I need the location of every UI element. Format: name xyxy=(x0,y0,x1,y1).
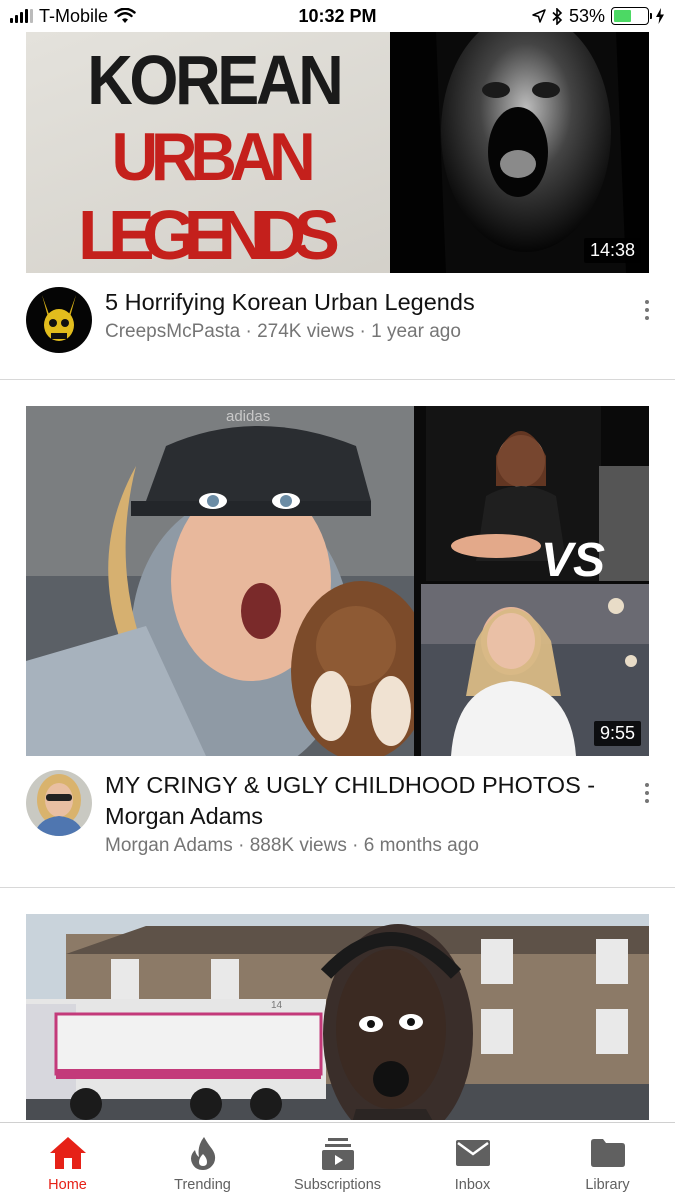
video-subtitle: CreepsMcPasta · 274K views · 1 year ago xyxy=(105,321,615,343)
nav-label: Library xyxy=(585,1177,630,1193)
battery-icon xyxy=(611,7,652,25)
video-feed[interactable]: KOREAN URBAN LEGENDS 14:38 5 Horrifying … xyxy=(0,32,675,1120)
thumbnail-text-legends: LEGENDS xyxy=(78,196,340,273)
thumbnail-text-vs: VS xyxy=(541,534,605,587)
home-icon xyxy=(49,1137,86,1169)
thumbnail-text-14: 14 xyxy=(271,1000,283,1011)
meta-separator: · xyxy=(346,835,364,856)
meta-separator: · xyxy=(240,321,258,342)
nav-label: Home xyxy=(48,1177,87,1193)
video-duration: 14:38 xyxy=(583,238,641,263)
nav-label: Subscriptions xyxy=(293,1177,382,1193)
subscriptions-icon xyxy=(321,1138,354,1170)
thumbnail-image-fire-truck: 14 xyxy=(26,914,649,1120)
flame-icon xyxy=(190,1137,215,1170)
thumbnail-text-korean: KOREAN xyxy=(87,42,344,120)
nav-item-subscriptions[interactable]: Subscriptions xyxy=(270,1123,405,1200)
location-arrow-icon xyxy=(532,9,546,23)
battery-percent: 53% xyxy=(568,5,605,26)
channel-name[interactable]: CreepsMcPasta xyxy=(105,321,240,342)
video-text: 5 Horrifying Korean Urban Legends Creeps… xyxy=(105,287,615,379)
thumbnail-text-urban: URBAN xyxy=(112,120,316,196)
video-thumbnail[interactable]: adidas VS 9:55 xyxy=(26,406,649,756)
wifi-icon xyxy=(114,8,136,23)
view-count: 274K views xyxy=(257,321,355,342)
folder-icon xyxy=(590,1139,625,1167)
divider xyxy=(0,379,675,380)
more-options-button[interactable] xyxy=(637,295,657,325)
video-meta: 5 Horrifying Korean Urban Legends Creeps… xyxy=(0,273,675,379)
mail-icon xyxy=(455,1140,490,1166)
video-card: KOREAN URBAN LEGENDS 14:38 5 Horrifying … xyxy=(0,32,675,380)
upload-age: 6 months ago xyxy=(363,835,479,856)
nav-label: Trending xyxy=(174,1177,231,1193)
nav-item-inbox[interactable]: Inbox xyxy=(405,1123,540,1200)
thumbnail-text-adidas: adidas xyxy=(226,408,270,425)
avatar-image-portrait xyxy=(26,770,92,836)
nav-label: Inbox xyxy=(454,1177,491,1193)
upload-age: 1 year ago xyxy=(371,321,461,342)
carrier-name: T-Mobile xyxy=(39,5,109,26)
view-count: 888K views xyxy=(249,835,347,856)
thumbnail-image-urban-legends: KOREAN URBAN LEGENDS xyxy=(26,32,649,273)
video-text: MY CRINGY & UGLY CHILDHOOD PHOTOS - Morg… xyxy=(105,770,615,887)
video-card: adidas VS 9:55 MY CRINGY & UGLY CHILDHOO… xyxy=(0,406,675,888)
status-bar-right: 53% xyxy=(425,6,665,27)
signal-icon xyxy=(10,9,33,23)
divider xyxy=(0,887,675,888)
status-bar-left: T-Mobile xyxy=(10,6,250,27)
bottom-navigation: Home Trending Subscriptions Inbox Librar… xyxy=(0,1122,675,1200)
video-subtitle: Morgan Adams · 888K views · 6 months ago xyxy=(105,835,615,857)
charging-bolt-icon xyxy=(656,8,664,24)
video-duration: 9:55 xyxy=(593,721,641,746)
meta-separator: · xyxy=(232,835,250,856)
video-card: 14 xyxy=(0,914,675,1120)
video-meta: MY CRINGY & UGLY CHILDHOOD PHOTOS - Morg… xyxy=(0,756,675,887)
channel-name[interactable]: Morgan Adams xyxy=(105,835,233,856)
nav-item-home[interactable]: Home xyxy=(0,1123,135,1200)
nav-item-trending[interactable]: Trending xyxy=(135,1123,270,1200)
video-title[interactable]: MY CRINGY & UGLY CHILDHOOD PHOTOS - Morg… xyxy=(105,770,615,832)
video-title[interactable]: 5 Horrifying Korean Urban Legends xyxy=(105,287,615,318)
video-thumbnail[interactable]: 14 xyxy=(26,914,649,1120)
avatar-image-skull xyxy=(26,287,92,353)
nav-item-library[interactable]: Library xyxy=(540,1123,675,1200)
thumbnail-image-childhood-photos: adidas VS xyxy=(26,406,649,756)
more-options-button[interactable] xyxy=(637,778,657,808)
status-bar: T-Mobile 10:32 PM 53% xyxy=(0,0,675,32)
channel-avatar[interactable] xyxy=(26,287,92,353)
battery-level-fill xyxy=(614,10,631,22)
channel-avatar[interactable] xyxy=(26,770,92,836)
video-thumbnail[interactable]: KOREAN URBAN LEGENDS 14:38 xyxy=(26,32,649,273)
status-time: 10:32 PM xyxy=(298,5,377,26)
bluetooth-icon xyxy=(552,7,563,25)
meta-separator: · xyxy=(354,321,372,342)
